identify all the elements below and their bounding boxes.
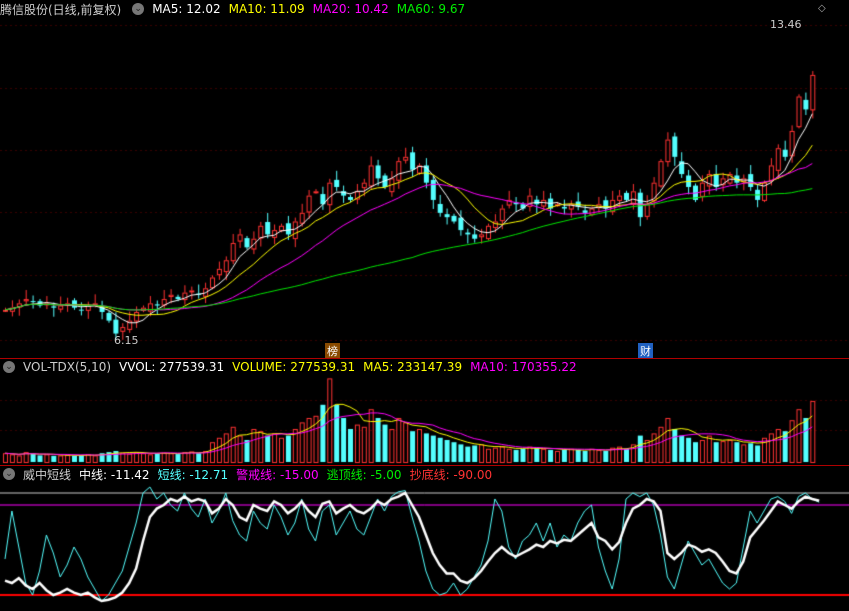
diamond-icon[interactable]: ◇ [816,3,828,14]
volume-label: VOLUME: 277539.31 [232,360,356,374]
dropdown-icon[interactable]: ⌄ [132,3,145,15]
short-line-label: 短线: -12.71 [157,467,229,482]
bottom-line-label: 抄底线: -90.00 [409,467,493,482]
ma20-label: MA20: 10.42 [312,2,389,16]
vvol-label: VVOL: 277539.31 [119,360,225,374]
dropdown-icon[interactable]: ⌄ [3,361,15,373]
volume-legend: ⌄ VOL-TDX(5,10) VVOL: 277539.31 VOLUME: … [0,359,577,375]
mid-line-label: 中线: -11.42 [79,467,150,482]
low-price-label: 6.15 [114,334,139,347]
marker-bang[interactable]: 榜 [325,343,340,359]
stock-title: 腾信股份(日线,前复权) [0,2,122,17]
chart-canvas[interactable] [0,0,849,611]
osc-legend: ⌄ 威中短线 中线: -11.42 短线: -12.71 警戒线: -15.00… [0,466,492,482]
top-line-label: 逃顶线: -5.00 [326,467,402,482]
high-price-label: 13.46 [770,18,802,31]
vol-ma10-label: MA10: 170355.22 [470,360,577,374]
price-legend: 腾信股份(日线,前复权) ⌄ MA5: 12.02 MA10: 11.09 MA… [0,1,465,17]
ma10-label: MA10: 11.09 [228,2,305,16]
volume-indicator-title: VOL-TDX(5,10) [23,360,112,374]
marker-cai[interactable]: 财 [638,343,653,359]
ma5-label: MA5: 12.02 [152,2,221,16]
osc-title: 威中短线 [23,467,72,482]
ma60-label: MA60: 9.67 [396,2,466,16]
dropdown-icon[interactable]: ⌄ [3,468,15,480]
warn-line-label: 警戒线: -15.00 [236,467,319,482]
vol-ma5-label: MA5: 233147.39 [363,360,463,374]
